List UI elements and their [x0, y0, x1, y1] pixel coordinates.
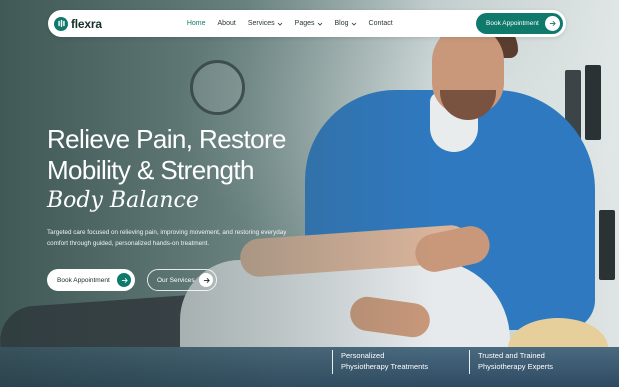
- nav-item-blog[interactable]: Blog: [335, 20, 357, 27]
- nav-menu: Home About Services Pages Blog Contact: [187, 20, 405, 27]
- nav-item-home[interactable]: Home: [187, 20, 206, 27]
- nav-book-appointment-button[interactable]: Book Appointment: [476, 13, 563, 34]
- arrow-right-icon: [199, 273, 213, 287]
- hero-subtitle: Body Balance: [47, 188, 199, 213]
- nav-item-contact[interactable]: Contact: [369, 20, 393, 27]
- our-services-button[interactable]: Our Services: [147, 269, 217, 291]
- nav-item-services[interactable]: Services: [248, 20, 283, 27]
- chevron-down-icon: [351, 22, 356, 26]
- leaf-logo-icon: [54, 16, 68, 31]
- feature-personalized-treatments: Personalized Physiotherapy Treatments: [332, 350, 428, 374]
- chevron-down-icon: [277, 22, 282, 26]
- logo-text: flexra: [71, 16, 102, 31]
- chevron-down-icon: [317, 22, 322, 26]
- arrow-right-icon: [545, 16, 560, 31]
- arrow-right-icon: [117, 273, 131, 287]
- book-appointment-button[interactable]: Book Appointment: [47, 269, 135, 291]
- hero-description: Targeted care focused on relieving pain,…: [47, 229, 287, 247]
- site-logo[interactable]: flexra: [54, 16, 102, 31]
- hero-actions: Book Appointment Our Services: [47, 269, 217, 291]
- hero-title: Relieve Pain, Restore Mobility & Strengt…: [47, 124, 286, 185]
- top-navbar: flexra Home About Services Pages Blog Co…: [48, 10, 566, 37]
- feature-trusted-experts: Trusted and Trained Physiotherapy Expert…: [469, 350, 553, 374]
- nav-item-pages[interactable]: Pages: [295, 20, 323, 27]
- nav-item-about[interactable]: About: [218, 20, 236, 27]
